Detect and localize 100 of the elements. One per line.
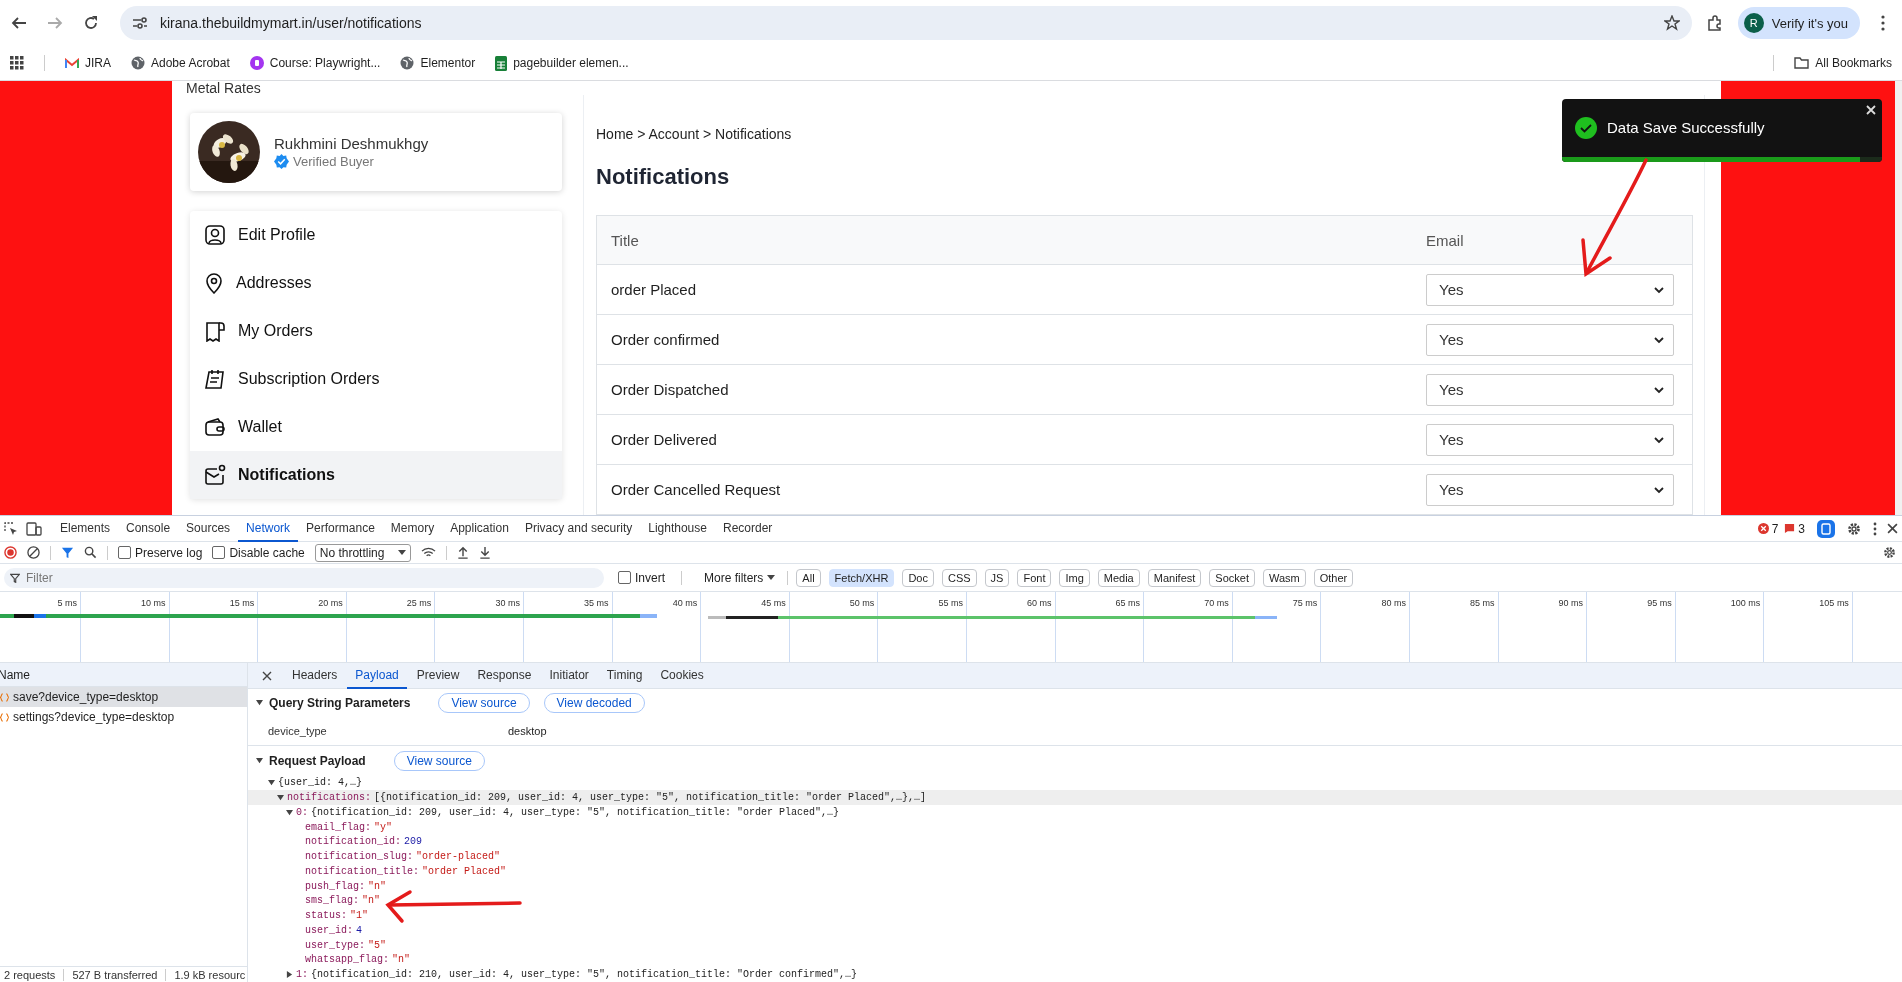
- panel-tab[interactable]: Privacy and security: [516, 515, 641, 542]
- panel-tab[interactable]: Elements: [52, 515, 119, 542]
- tree-row[interactable]: notification_slug: "order-placed": [248, 849, 1902, 865]
- type-filter-chip[interactable]: All: [796, 568, 821, 587]
- view-button[interactable]: View source: [393, 750, 485, 771]
- filter-icon[interactable]: [61, 546, 74, 559]
- menu-item[interactable]: My Orders: [190, 307, 562, 355]
- throttling-select[interactable]: No throttling: [314, 543, 411, 562]
- inspect-icon[interactable]: [4, 521, 18, 536]
- type-filter-chip[interactable]: JS: [984, 568, 1010, 587]
- apps-grid-icon[interactable]: [10, 56, 24, 70]
- tree-row[interactable]: sms_flag: "n": [248, 893, 1902, 909]
- detail-tab[interactable]: Cookies: [652, 663, 712, 689]
- expanded-triangle-icon[interactable]: [268, 779, 275, 787]
- type-filter-chip[interactable]: Manifest: [1147, 568, 1202, 587]
- filter-field[interactable]: Filter: [4, 567, 604, 588]
- detail-tab[interactable]: Preview: [408, 663, 468, 689]
- tree-row[interactable]: 0: {notification_id: 209, user_id: 4, user_type: "5", notification_title: "order Placed",…}: [248, 805, 1902, 820]
- type-filter-chip[interactable]: Socket: [1209, 568, 1255, 587]
- menu-item[interactable]: Notifications: [190, 451, 562, 499]
- panel-tab[interactable]: Network: [238, 515, 299, 542]
- type-filter-chip[interactable]: Font: [1017, 568, 1052, 587]
- error-count[interactable]: 7: [1757, 521, 1779, 536]
- more-icon[interactable]: [1873, 521, 1877, 536]
- settings-icon[interactable]: [1847, 521, 1861, 536]
- tree-row[interactable]: user_id: 4: [248, 923, 1902, 938]
- panel-tab[interactable]: Memory: [382, 515, 443, 542]
- more-filters-dropdown[interactable]: More filters: [704, 570, 776, 585]
- tree-row[interactable]: user_type: "5": [248, 937, 1902, 953]
- expanded-triangle-icon[interactable]: [256, 757, 263, 765]
- panel-tab[interactable]: Recorder: [714, 515, 781, 542]
- panel-tab[interactable]: Performance: [298, 515, 383, 542]
- detail-tab[interactable]: Payload: [347, 663, 407, 689]
- email-select[interactable]: Yes: [1426, 273, 1674, 306]
- close-icon[interactable]: [1887, 523, 1898, 534]
- profile-button[interactable]: R Verify it's you: [1737, 7, 1860, 39]
- expanded-triangle-icon[interactable]: [256, 699, 263, 707]
- checkbox[interactable]: [212, 546, 226, 559]
- site-settings-icon[interactable]: [132, 16, 148, 30]
- email-select[interactable]: Yes: [1426, 423, 1674, 456]
- tree-row[interactable]: notifications: [{notification_id: 209, user_id: 4, user_type: "5", notification_title: "order Placed",…},…]: [248, 790, 1902, 806]
- bookmark[interactable]: Course: Playwright...: [249, 56, 381, 70]
- type-filter-chip[interactable]: Other: [1313, 568, 1354, 587]
- bookmark[interactable]: Elementor: [400, 56, 476, 70]
- bookmark[interactable]: pagebuilder elemen...: [495, 55, 629, 71]
- record-stop-icon[interactable]: [4, 546, 17, 559]
- collapsed-triangle-icon[interactable]: [286, 971, 293, 979]
- address-bar[interactable]: kirana.thebuildmymart.in/user/notifications: [120, 6, 1692, 40]
- network-conditions-icon[interactable]: [420, 546, 436, 559]
- type-filter-chip[interactable]: Media: [1097, 568, 1140, 587]
- menu-item[interactable]: Addresses: [190, 259, 562, 307]
- email-select[interactable]: Yes: [1426, 323, 1674, 356]
- detail-tab[interactable]: Response: [469, 663, 540, 689]
- tree-row[interactable]: {user_id: 4,…}: [248, 775, 1902, 791]
- panel-tab[interactable]: Console: [118, 515, 179, 542]
- expanded-triangle-icon[interactable]: [286, 808, 293, 816]
- panel-tab[interactable]: Lighthouse: [640, 515, 715, 542]
- menu-item[interactable]: Edit Profile: [190, 211, 562, 259]
- device-toolbar-icon[interactable]: [26, 521, 42, 536]
- settings-icon[interactable]: [1883, 546, 1896, 559]
- download-icon[interactable]: [478, 546, 491, 559]
- nav-link[interactable]: Metal Rates: [186, 81, 1721, 95]
- checkbox-label: Disable cache: [229, 545, 305, 560]
- bookmark[interactable]: JIRA: [65, 56, 111, 70]
- detail-tab[interactable]: Initiator: [541, 663, 597, 689]
- detail-tab[interactable]: Timing: [598, 663, 651, 689]
- clear-icon[interactable]: [27, 546, 40, 559]
- detail-tab[interactable]: Headers: [284, 663, 346, 689]
- panel-tab[interactable]: Sources: [178, 515, 239, 542]
- tree-row[interactable]: email_flag: "y": [248, 819, 1902, 835]
- all-bookmarks[interactable]: All Bookmarks: [1794, 56, 1892, 70]
- email-select[interactable]: Yes: [1426, 373, 1674, 406]
- close-icon[interactable]: [262, 670, 272, 681]
- panel-tab[interactable]: Application: [442, 515, 517, 542]
- tree-row[interactable]: whatsapp_flag: "n": [248, 952, 1902, 968]
- type-filter-chip[interactable]: CSS: [941, 568, 977, 587]
- checkbox[interactable]: [118, 546, 131, 559]
- tree-row[interactable]: notification_id: 209: [248, 834, 1902, 850]
- type-filter-chip[interactable]: Wasm: [1262, 568, 1306, 587]
- tree-row[interactable]: status: "1": [248, 908, 1902, 924]
- upload-icon[interactable]: [456, 546, 469, 559]
- expanded-triangle-icon[interactable]: [277, 794, 284, 802]
- menu-item[interactable]: Subscription Orders: [190, 355, 562, 403]
- type-filter-chip[interactable]: Doc: [902, 568, 934, 587]
- menu-item[interactable]: Wallet: [190, 403, 562, 451]
- bookmark[interactable]: Adobe Acrobat: [131, 56, 230, 70]
- search-icon[interactable]: [84, 546, 97, 559]
- email-select[interactable]: Yes: [1426, 473, 1674, 506]
- request-row[interactable]: save?device_type=desktop: [0, 687, 247, 707]
- tree-row[interactable]: push_flag: "n": [248, 878, 1902, 894]
- type-filter-chip[interactable]: Fetch/XHR: [828, 568, 895, 587]
- type-filter-chip[interactable]: Img: [1059, 568, 1090, 587]
- tree-row[interactable]: notification_title: "order Placed": [248, 864, 1902, 879]
- checkbox[interactable]: [618, 571, 631, 584]
- tree-row[interactable]: 1: {notification_id: 210, user_id: 4, user_type: "5", notification_title: "Order confirmed",…}: [248, 967, 1902, 982]
- bookmark-star-icon[interactable]: [1663, 15, 1680, 31]
- view-button[interactable]: View decoded: [543, 692, 645, 713]
- view-button[interactable]: View source: [438, 692, 530, 713]
- issue-count[interactable]: 3: [1784, 521, 1805, 536]
- request-row[interactable]: settings?device_type=desktop: [0, 707, 247, 727]
